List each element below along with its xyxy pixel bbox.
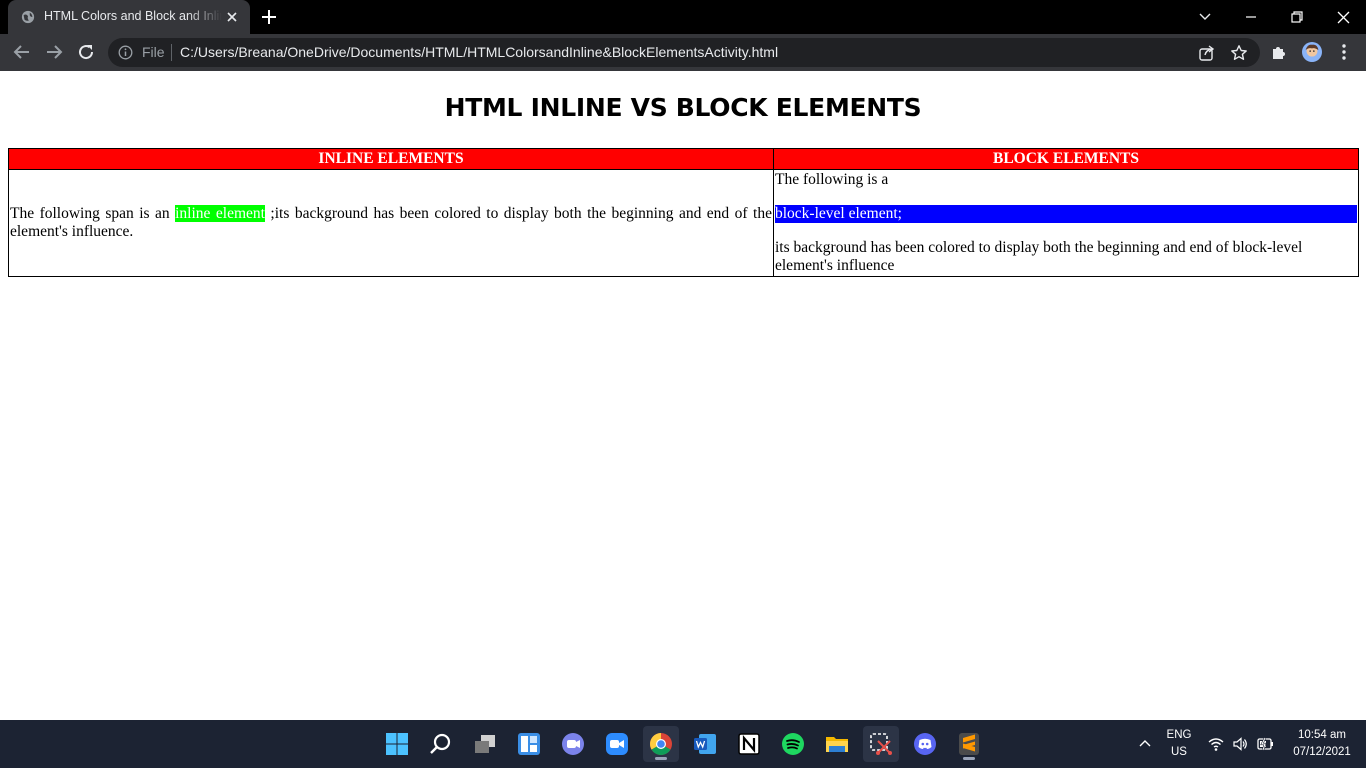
widgets-icon (518, 733, 540, 755)
close-window-button[interactable] (1320, 0, 1366, 34)
block-elements-header: BLOCK ELEMENTS (773, 148, 1359, 170)
address-bar[interactable]: File C:/Users/Breana/OneDrive/Documents/… (108, 38, 1260, 67)
share-icon[interactable] (1198, 44, 1216, 62)
chrome-icon (650, 733, 672, 755)
info-icon[interactable] (118, 45, 133, 60)
inline-element-span: inline element (175, 205, 265, 222)
clock-time: 10:54 am (1298, 729, 1346, 741)
sublime-text-button[interactable] (951, 726, 987, 762)
tab-search-button[interactable] (1182, 0, 1228, 34)
web-page: HTML INLINE VS BLOCK ELEMENTS INLINE ELE… (0, 71, 1366, 720)
start-icon (386, 733, 408, 755)
minimize-icon (1246, 16, 1256, 18)
search-icon (430, 733, 451, 754)
browser-tab[interactable]: HTML Colors and Block and Inline Element… (8, 0, 250, 34)
close-icon (1337, 11, 1349, 23)
block-example-cell: The following is a block-level element; … (773, 169, 1359, 277)
inline-text-before: The following span is an (10, 205, 176, 222)
file-explorer-icon (826, 737, 848, 752)
restore-icon (1291, 11, 1303, 23)
puzzle-piece-icon (1273, 47, 1285, 59)
discord-button[interactable] (907, 726, 943, 762)
inline-elements-header: INLINE ELEMENTS (8, 148, 774, 170)
language-code: ENG (1166, 729, 1192, 741)
profile-avatar-button[interactable] (1302, 42, 1322, 62)
restore-button[interactable] (1274, 0, 1320, 34)
tab-title: HTML Colors and Block and Inline Element… (44, 9, 222, 23)
block-text-before: The following is a (775, 171, 889, 188)
block-level-div: block-level element; (775, 205, 1357, 223)
region-code: US (1171, 746, 1187, 758)
minimize-button[interactable] (1228, 0, 1274, 34)
windows-taskbar: ENG US 10:54 am 07/12/2021 (0, 720, 1366, 768)
browser-toolbar: File C:/Users/Breana/OneDrive/Documents/… (0, 34, 1366, 71)
discord-icon (914, 733, 936, 755)
close-tab-icon[interactable] (224, 9, 240, 25)
chrome-button[interactable] (643, 726, 679, 762)
omnibox-divider (171, 44, 172, 61)
taskbar-search-button[interactable] (423, 726, 459, 762)
running-indicator (655, 757, 667, 760)
notion-button[interactable] (731, 726, 767, 762)
spotify-icon (782, 733, 804, 755)
bookmark-star-icon[interactable] (1230, 44, 1248, 62)
clock[interactable]: 10:54 am 07/12/2021 (1282, 727, 1362, 761)
back-button[interactable] (10, 40, 34, 64)
block-text-after: its background has been colored to displ… (775, 239, 1303, 274)
reload-button[interactable] (74, 40, 98, 64)
url-text[interactable]: C:/Users/Breana/OneDrive/Documents/HTML/… (180, 44, 778, 60)
globe-icon (21, 10, 35, 24)
running-indicator (963, 757, 975, 760)
arrow-left-icon (13, 45, 29, 59)
task-view-icon (475, 735, 495, 753)
battery-icon[interactable] (1256, 736, 1274, 752)
snipping-tool-button[interactable] (863, 726, 899, 762)
spotify-button[interactable] (775, 726, 811, 762)
language-indicator[interactable]: ENG US (1160, 727, 1198, 761)
more-vertical-icon (1342, 44, 1346, 60)
zoom-icon (606, 733, 628, 755)
browser-tab-strip: HTML Colors and Block and Inline Element… (0, 0, 1366, 34)
sublime-text-icon (959, 733, 979, 755)
new-tab-icon[interactable] (260, 8, 278, 26)
chevron-down-icon (1199, 13, 1211, 20)
teams-chat-button[interactable] (555, 726, 591, 762)
file-scheme-label: File (142, 44, 165, 60)
page-title: HTML INLINE VS BLOCK ELEMENTS (444, 93, 922, 122)
avatar (1302, 42, 1322, 62)
browser-menu-button[interactable] (1334, 42, 1354, 62)
arrow-right-icon (47, 45, 63, 59)
widgets-button[interactable] (511, 726, 547, 762)
snipping-tool-icon (870, 733, 892, 755)
task-view-button[interactable] (467, 726, 503, 762)
zoom-button[interactable] (599, 726, 635, 762)
word-icon (694, 734, 716, 754)
reload-icon (79, 45, 94, 60)
comparison-table: INLINE ELEMENTS BLOCK ELEMENTS The follo… (8, 148, 1359, 277)
table-header-row: INLINE ELEMENTS BLOCK ELEMENTS (8, 148, 1359, 170)
extensions-button[interactable] (1269, 42, 1289, 62)
forward-button[interactable] (42, 40, 66, 64)
clock-date: 07/12/2021 (1293, 746, 1351, 758)
inline-example-cell: The following span is an inline element … (8, 169, 774, 277)
volume-icon[interactable] (1232, 736, 1248, 752)
start-button[interactable] (379, 726, 415, 762)
wifi-icon[interactable] (1208, 736, 1224, 752)
notion-icon (738, 733, 760, 755)
chevron-up-icon[interactable] (1138, 738, 1152, 748)
table-row: The following span is an inline element … (8, 169, 1359, 277)
word-button[interactable] (687, 726, 723, 762)
teams-chat-icon (562, 733, 584, 755)
file-explorer-button[interactable] (819, 726, 855, 762)
